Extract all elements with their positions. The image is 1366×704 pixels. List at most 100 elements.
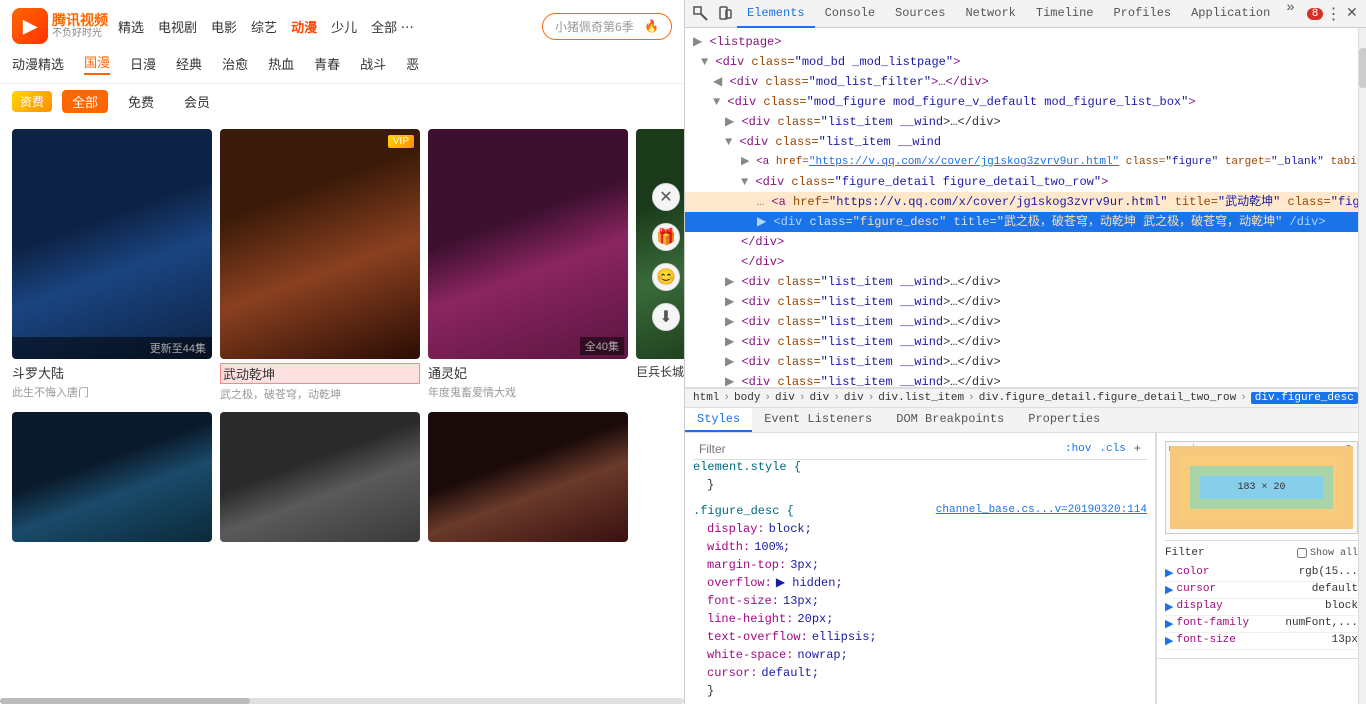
cls-button[interactable]: .cls — [1099, 443, 1125, 455]
tab-sources[interactable]: Sources — [885, 0, 955, 28]
tab-event-listeners[interactable]: Event Listeners — [752, 408, 884, 432]
tab-dom-breakpoints[interactable]: DOM Breakpoints — [884, 408, 1016, 432]
card-title-wudong: 武动乾坤 — [220, 363, 420, 384]
dom-line-listpage[interactable]: ▶ <listpage> — [685, 32, 1366, 52]
tab-properties[interactable]: Properties — [1016, 408, 1112, 432]
card-row2-2[interactable] — [220, 412, 420, 542]
show-all-checkbox[interactable] — [1297, 548, 1307, 558]
styles-tabs: Styles Event Listeners DOM Breakpoints P… — [685, 408, 1366, 433]
dom-line-anchor-cover[interactable]: ▶ <a href="https://v.qq.com/x/cover/jg1s… — [685, 152, 1366, 172]
card-wudong[interactable]: VIP 武动乾坤 武之极，破苍穹，动乾坤 — [220, 129, 420, 402]
cat-dongman-jingxuan[interactable]: 动漫精选 — [12, 54, 64, 73]
filter-member[interactable]: 会员 — [174, 90, 220, 113]
bc-figure-desc[interactable]: div.figure_desc — [1251, 392, 1358, 404]
dom-line-figure-desc[interactable]: ▶ <div class="figure_desc" title="武之极，破苍… — [685, 212, 1366, 232]
nav-quanbu[interactable]: 全部 ⋯ — [371, 17, 414, 36]
dom-line-list-item-3[interactable]: ▶ <div class="list_item __wind>…</div> — [685, 272, 1366, 292]
devtools-tabs: Elements Console Sources Network Timelin… — [737, 0, 1301, 28]
cat-e[interactable]: 恶 — [406, 54, 419, 73]
nav-dongman[interactable]: 动漫 — [291, 17, 317, 36]
dom-line-close-div-1[interactable]: </div> — [685, 232, 1366, 252]
icon-gift[interactable]: 🎁 — [652, 223, 680, 251]
ep-badge-douluo: 更新至44集 — [12, 337, 212, 359]
bc-div3[interactable]: div — [844, 392, 864, 404]
card-title-jubingzhan: 巨兵长城传 — [636, 363, 684, 380]
bc-figure-detail[interactable]: div.figure_detail.figure_detail_two_row — [979, 392, 1236, 404]
bc-div2[interactable]: div — [809, 392, 829, 404]
nav-shaor[interactable]: 少儿 — [331, 17, 357, 36]
cat-guoman[interactable]: 国漫 — [84, 52, 110, 75]
dom-line-list-item-1[interactable]: ▶ <div class="list_item __wind>…</div> — [685, 112, 1366, 132]
tab-network[interactable]: Network — [955, 0, 1025, 28]
expand-cursor[interactable]: ▶ — [1165, 583, 1173, 597]
card-row-1: 更新至44集 斗罗大陆 此生不悔入唐门 VIP 武动乾坤 武之极，破苍穹，动乾坤… — [12, 129, 672, 402]
dom-line-list-item-7[interactable]: ▶ <div class="list_item __wind>…</div> — [685, 352, 1366, 372]
devtools-menu-icon[interactable]: ⋮ — [1325, 4, 1341, 24]
dom-line-figure-detail[interactable]: ▼ <div class="figure_detail figure_detai… — [685, 172, 1366, 192]
css-prop-margin-top: margin-top:3px; — [693, 556, 1147, 574]
dom-line-mod-list-filter[interactable]: ◀ <div class="mod_list_filter">…</div> — [685, 72, 1366, 92]
nav-zongyi[interactable]: 综艺 — [251, 17, 277, 36]
add-rule-button[interactable]: + — [1134, 442, 1141, 456]
search-box[interactable]: 小猪佩奇第6季 🔥 — [542, 13, 672, 40]
inspect-icon[interactable] — [691, 4, 711, 24]
cat-jingdian[interactable]: 经典 — [176, 54, 202, 73]
bc-html[interactable]: html — [693, 392, 719, 404]
category-nav: 动漫精选 国漫 日漫 经典 治愈 热血 青春 战斗 恶 — [0, 44, 684, 84]
icon-x[interactable]: ✕ — [652, 183, 680, 211]
border-layer: padding- 183 × 20 — [1180, 456, 1343, 519]
card-douluo[interactable]: 更新至44集 斗罗大陆 此生不悔入唐门 — [12, 129, 212, 402]
device-icon[interactable] — [715, 4, 735, 24]
tab-application[interactable]: Application — [1181, 0, 1280, 28]
tab-profiles[interactable]: Profiles — [1103, 0, 1181, 28]
dom-line-close-div-2[interactable]: </div> — [685, 252, 1366, 272]
icon-smiley[interactable]: 😊 — [652, 263, 680, 291]
dom-line-list-item-6[interactable]: ▶ <div class="list_item __wind>…</div> — [685, 332, 1366, 352]
card-row2-1[interactable] — [12, 412, 212, 542]
expand-color[interactable]: ▶ — [1165, 566, 1173, 580]
css-source-channel[interactable]: channel_base.cs...v=20190320:114 — [936, 504, 1147, 520]
tab-timeline[interactable]: Timeline — [1026, 0, 1104, 28]
tab-styles[interactable]: Styles — [685, 408, 752, 432]
show-all-label: Show all — [1310, 548, 1358, 559]
scroll-bar[interactable] — [0, 698, 684, 704]
expand-font-size[interactable]: ▶ — [1165, 634, 1173, 648]
dom-line-mod-figure[interactable]: ▼ <div class="mod_figure mod_figure_v_de… — [685, 92, 1366, 112]
nav-dianying[interactable]: 电影 — [211, 17, 237, 36]
dom-line-list-item-2[interactable]: ▼ <div class="list_item __wind — [685, 132, 1366, 152]
expand-display[interactable]: ▶ — [1165, 600, 1173, 614]
devtools-scrollbar[interactable] — [1358, 28, 1366, 704]
bc-body[interactable]: body — [734, 392, 760, 404]
filter-input[interactable] — [699, 442, 1065, 456]
css-selector-row: .figure_desc { channel_base.cs...v=20190… — [693, 504, 1147, 520]
devtools-close-icon[interactable]: ✕ — [1344, 4, 1360, 24]
dom-line-list-item-4[interactable]: ▶ <div class="list_item __wind>…</div> — [685, 292, 1366, 312]
css-prop-font-size: font-size:13px; — [693, 592, 1147, 610]
cat-rexue[interactable]: 热血 — [268, 54, 294, 73]
bc-div1[interactable]: div — [775, 392, 795, 404]
filter-all[interactable]: 全部 — [62, 90, 108, 113]
tab-console[interactable]: Console — [815, 0, 885, 28]
cat-zhandou[interactable]: 战斗 — [360, 54, 386, 73]
card-tongling[interactable]: 全40集 通灵妃 年度鬼畜爱情大戏 — [428, 129, 628, 402]
cat-zhiyu[interactable]: 治愈 — [222, 54, 248, 73]
card-sub-wudong: 武之极，破苍穹，动乾坤 — [220, 386, 420, 402]
dom-line-list-item-5[interactable]: ▶ <div class="list_item __wind>…</div> — [685, 312, 1366, 332]
tab-elements[interactable]: Elements — [737, 0, 815, 28]
more-tabs-icon[interactable]: » — [1280, 0, 1300, 28]
hov-button[interactable]: :hov — [1065, 443, 1091, 455]
cat-qingchun[interactable]: 青春 — [314, 54, 340, 73]
dom-line-mod-bd[interactable]: ▼ <div class="mod_bd _mod_listpage"> — [685, 52, 1366, 72]
css-prop-cursor: cursor:default; — [693, 664, 1147, 682]
cat-riman[interactable]: 日漫 — [130, 54, 156, 73]
nav-dianshiju[interactable]: 电视剧 — [158, 17, 197, 36]
card-row2-3[interactable] — [428, 412, 628, 542]
dom-line-list-item-8[interactable]: ▶ <div class="list_item __wind>…</div> — [685, 372, 1366, 388]
expand-font-family[interactable]: ▶ — [1165, 617, 1173, 631]
css-prop-overflow: overflow:▶ hidden; — [693, 574, 1147, 592]
nav-jingxuan[interactable]: 精选 — [118, 17, 144, 36]
icon-down-arrow[interactable]: ⬇ — [652, 303, 680, 331]
dom-line-figure-title[interactable]: … <a href="https://v.qq.com/x/cover/jg1s… — [685, 192, 1366, 212]
bc-list-item[interactable]: div.list_item — [878, 392, 964, 404]
filter-free[interactable]: 免费 — [118, 90, 164, 113]
